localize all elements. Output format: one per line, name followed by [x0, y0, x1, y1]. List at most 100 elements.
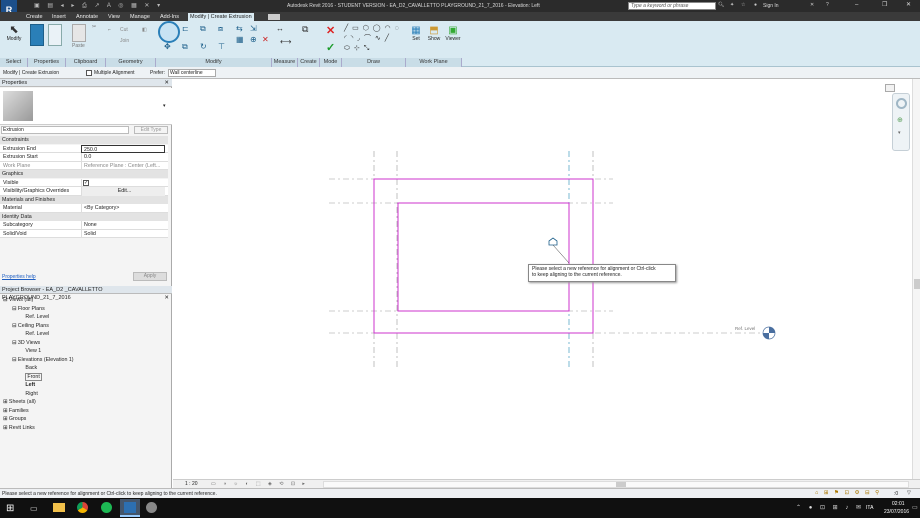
type-selector[interactable]: ▾: [0, 88, 172, 125]
copy-icon[interactable]: ⧉: [182, 42, 188, 52]
browser-item[interactable]: ⊞ Revit Links: [3, 424, 35, 433]
exchange-icon[interactable]: ✕: [810, 2, 814, 8]
property-group-header[interactable]: Identity Data: [0, 212, 168, 221]
filter-icon[interactable]: ▽: [907, 490, 911, 496]
tab-add-ins[interactable]: Add-Ins: [160, 13, 179, 21]
browser-item[interactable]: ⊟ Views (all): [3, 296, 33, 305]
notifications-icon[interactable]: ▭: [912, 504, 918, 511]
property-value[interactable]: Solid: [81, 229, 165, 238]
subscription-icon[interactable]: ✦: [730, 2, 734, 8]
horizontal-scrollbar[interactable]: [323, 481, 909, 488]
edit-overrides-button[interactable]: Edit...: [81, 187, 165, 196]
file-explorer-icon[interactable]: [53, 503, 65, 512]
close-icon[interactable]: ✕: [164, 79, 169, 87]
multiple-alignment-checkbox[interactable]: [86, 70, 92, 76]
browser-item[interactable]: ⊟ Ceiling Plans: [12, 322, 49, 331]
scale-selector[interactable]: 1 : 20: [185, 481, 198, 487]
type-filter-select[interactable]: Extrusion: [1, 126, 129, 134]
task-view-icon[interactable]: ▭: [30, 504, 38, 513]
zoom-icon[interactable]: ⊕: [897, 116, 903, 124]
close-button[interactable]: ✕: [906, 1, 911, 8]
property-group-header[interactable]: Graphics: [0, 170, 168, 178]
browser-item[interactable]: ⊟ Elevations (Elevation 1): [12, 356, 74, 365]
tray-icons[interactable]: ⌃ ● ⊡ ⊞ ♪ ✉: [796, 504, 866, 512]
star-icon[interactable]: ☆: [741, 2, 745, 8]
minimize-button[interactable]: –: [855, 2, 858, 8]
dimension-icon[interactable]: ⟷: [280, 37, 291, 46]
view-controls[interactable]: ▭ ◑ ☼ ◐ ⬚ ◈ ⟲ ⊡ ▸: [211, 481, 321, 488]
cut-icon[interactable]: ✂: [92, 24, 96, 30]
vertical-scrollbar[interactable]: [912, 79, 920, 479]
browser-item[interactable]: ⊞ Sheets (all): [3, 398, 36, 407]
browser-item[interactable]: Ref. Level: [21, 330, 49, 339]
align-button[interactable]: [158, 21, 180, 43]
app-icon[interactable]: [146, 502, 157, 513]
property-value[interactable]: None: [81, 221, 165, 230]
delete-icon[interactable]: ✕: [262, 35, 269, 44]
language-indicator[interactable]: ITA: [866, 505, 873, 511]
view-cube-icon[interactable]: [885, 84, 895, 92]
show-work-plane-button[interactable]: ⬒ Show: [426, 25, 442, 42]
trim-icon[interactable]: ⊤: [218, 42, 225, 51]
browser-item[interactable]: Right: [21, 390, 37, 399]
scale-icon[interactable]: ⇲: [250, 24, 257, 33]
search-input[interactable]: Type a keyword or phrase: [628, 2, 716, 10]
mirror-axis-icon[interactable]: ⧉: [200, 24, 206, 34]
browser-item[interactable]: Left: [21, 381, 35, 390]
pin-icon[interactable]: ⊕: [250, 35, 257, 44]
user-icon[interactable]: ●: [754, 2, 757, 8]
property-value[interactable]: [81, 178, 165, 187]
tab-manage[interactable]: Manage: [130, 13, 150, 21]
browser-item[interactable]: Front: [21, 372, 42, 382]
rotate-icon[interactable]: ↻: [200, 42, 207, 51]
browser-item[interactable]: ⊟ 3D Views: [12, 339, 40, 348]
move-icon[interactable]: ✥: [164, 42, 171, 51]
search-icon[interactable]: 🔍︎: [718, 2, 724, 8]
drawing-svg[interactable]: [173, 79, 920, 488]
chrome-icon[interactable]: [77, 502, 88, 513]
browser-item[interactable]: ⊞ Groups: [3, 415, 26, 424]
zoom-dropdown-icon[interactable]: ▾: [898, 130, 901, 136]
finish-edit-mode-icon[interactable]: ✓: [326, 41, 335, 54]
offset-icon[interactable]: ⊏: [182, 24, 189, 33]
steering-wheel-icon[interactable]: [896, 98, 907, 109]
viewer-button[interactable]: ▣ Viewer: [444, 25, 462, 42]
visible-checkbox[interactable]: ✓: [83, 179, 89, 186]
tab-modify-create-extrusion[interactable]: Modify | Create Extrusion: [188, 13, 254, 21]
windows-start-icon[interactable]: ⊞: [6, 503, 14, 514]
spotify-icon[interactable]: [101, 502, 112, 513]
tab-view[interactable]: View: [108, 13, 120, 21]
modify-button[interactable]: ⬉ Modify: [3, 23, 25, 53]
tab-create[interactable]: Create: [26, 13, 43, 21]
property-value[interactable]: 0.0: [81, 153, 165, 162]
edit-type-button[interactable]: Edit Type: [134, 126, 168, 134]
join-geometry-button[interactable]: Join: [120, 38, 129, 44]
chevron-down-icon[interactable]: ▾: [163, 103, 166, 109]
array-icon[interactable]: ▦: [236, 35, 244, 44]
measure-icon[interactable]: ↔: [276, 24, 284, 33]
apply-button[interactable]: Apply: [133, 272, 167, 281]
sign-in-link[interactable]: Sign In: [763, 3, 779, 9]
tab-insert[interactable]: Insert: [52, 13, 66, 21]
split-face-icon[interactable]: ◧: [142, 27, 147, 33]
browser-item[interactable]: View 1: [21, 347, 41, 356]
set-work-plane-button[interactable]: ▦ Set: [408, 25, 424, 42]
mirror-draw-icon[interactable]: ⧈: [218, 24, 223, 34]
browser-item[interactable]: ⊟ Floor Plans: [12, 305, 45, 314]
navigation-bar[interactable]: ⊕ ▾: [892, 93, 910, 151]
horizontal-scroll-thumb[interactable]: [616, 482, 626, 487]
browser-item[interactable]: ⊞ Families: [3, 407, 29, 416]
tab-annotate[interactable]: Annotate: [76, 13, 98, 21]
cancel-edit-mode-icon[interactable]: ✕: [326, 24, 335, 37]
paste-button[interactable]: [72, 24, 86, 42]
close-icon[interactable]: ✕: [164, 294, 169, 302]
vertical-scroll-thumb[interactable]: [914, 279, 920, 289]
property-value[interactable]: 250.0: [81, 144, 165, 153]
property-group-header[interactable]: Constraints: [0, 136, 168, 144]
browser-item[interactable]: Back: [21, 364, 37, 373]
panel-select[interactable]: Select: [0, 58, 28, 67]
create-similar-icon[interactable]: ⧉: [302, 24, 308, 35]
status-icons[interactable]: ⌂ ⊞ ⚑ ⊡ ⚙ ⊟ ⚲: [815, 490, 893, 498]
restore-button[interactable]: ❐: [882, 1, 887, 8]
type-properties-button[interactable]: [48, 24, 62, 46]
